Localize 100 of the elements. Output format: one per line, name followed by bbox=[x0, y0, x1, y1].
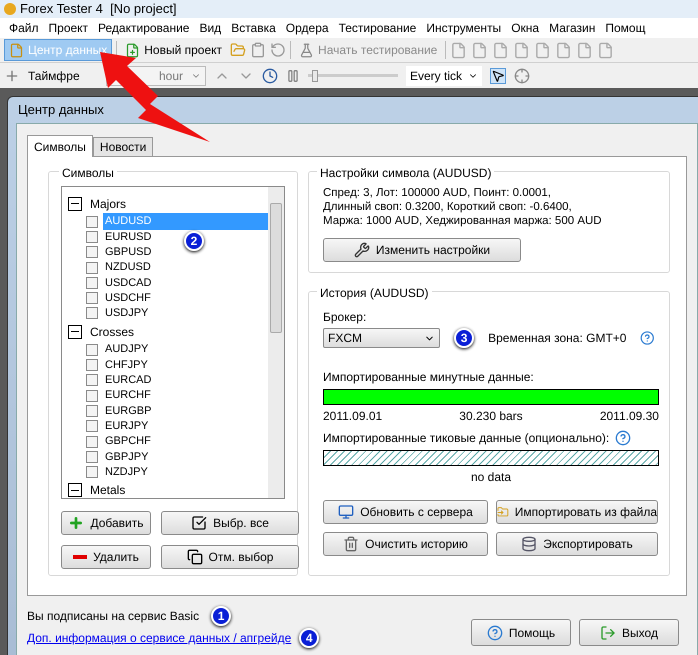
menu-item[interactable]: Тестирование bbox=[334, 19, 422, 37]
collapse-toggle[interactable] bbox=[68, 483, 82, 498]
checkbox[interactable] bbox=[86, 246, 98, 258]
clipboard-icon[interactable] bbox=[250, 42, 266, 58]
slider-thumb[interactable] bbox=[312, 70, 318, 82]
collapse-toggle[interactable] bbox=[68, 196, 82, 210]
start-date: 2011.09.01 bbox=[323, 408, 382, 425]
menu-item[interactable]: Окна bbox=[506, 19, 544, 37]
tab[interactable]: Символы bbox=[27, 135, 93, 157]
window-title: Forex Tester 4 [No project] bbox=[20, 0, 177, 18]
clock-icon[interactable] bbox=[262, 68, 278, 84]
menu-item[interactable]: Магазин bbox=[544, 19, 600, 37]
menu-item[interactable]: Вид bbox=[194, 19, 226, 37]
checkbox[interactable] bbox=[86, 276, 98, 289]
folder-icon[interactable] bbox=[230, 42, 246, 58]
dialog-button[interactable]: Помощь bbox=[471, 619, 571, 646]
help-icon[interactable] bbox=[640, 330, 655, 346]
dialog-button[interactable]: Экспортировать bbox=[496, 532, 658, 556]
symbol-item[interactable]: AUDJPY bbox=[103, 341, 150, 358]
number-badge: 1 bbox=[211, 606, 232, 626]
dialog-button[interactable]: Добавить bbox=[61, 511, 151, 535]
menu-item[interactable]: Ордера bbox=[280, 19, 334, 37]
group-label[interactable]: Crosses bbox=[90, 322, 134, 341]
checkbox[interactable] bbox=[86, 359, 98, 372]
dialog-button[interactable]: Обновить с сервера bbox=[323, 500, 488, 524]
symbol-item[interactable]: GBPJPY bbox=[103, 448, 150, 466]
symbol-item[interactable]: EURJPY bbox=[103, 418, 150, 434]
symbol-item[interactable]: EURCHF bbox=[103, 387, 153, 404]
help-icon[interactable] bbox=[615, 430, 632, 446]
crosshair-icon[interactable] bbox=[514, 68, 530, 84]
checkbox[interactable] bbox=[86, 307, 98, 320]
scrollbar[interactable] bbox=[268, 187, 284, 498]
broker-label: Брокер: bbox=[323, 309, 368, 326]
dialog-button[interactable]: Импортировать из файла bbox=[496, 500, 658, 524]
timeframe-label: Таймфре bbox=[28, 68, 81, 84]
symbol-item[interactable]: EURCAD bbox=[103, 372, 154, 389]
timezone-label: Временная зона: GMT+0 bbox=[488, 330, 626, 347]
menu-item[interactable]: Инструменты bbox=[421, 19, 506, 37]
document-icon bbox=[9, 42, 24, 58]
symbol-item[interactable]: GBPCHF bbox=[103, 433, 153, 450]
checkbox[interactable] bbox=[86, 404, 98, 417]
menu-item[interactable]: Проект bbox=[44, 19, 94, 37]
pause-icon[interactable] bbox=[286, 68, 300, 82]
symbol-item[interactable]: USDJPY bbox=[103, 305, 150, 322]
number-badge: 4 bbox=[299, 628, 320, 648]
collapse-toggle[interactable] bbox=[68, 324, 82, 339]
plus-icon bbox=[68, 515, 84, 531]
checkbox[interactable] bbox=[86, 374, 98, 386]
settings-line: Маржа: 1000 AUD, Хеджированная маржа: 500 AUD bbox=[323, 214, 603, 228]
menu-item[interactable]: Помощ bbox=[600, 19, 650, 37]
dialog-button[interactable]: Выбр. все bbox=[161, 511, 299, 535]
checkbox[interactable] bbox=[86, 344, 98, 356]
tick-mode-combo[interactable]: Every tick bbox=[406, 66, 482, 86]
page-icon[interactable] bbox=[492, 42, 510, 58]
page-icon[interactable] bbox=[471, 42, 488, 58]
checkbox[interactable] bbox=[86, 230, 98, 243]
number-badge: 3 bbox=[454, 328, 474, 348]
symbol-item[interactable]: NZDJPY bbox=[103, 464, 150, 480]
page-icon[interactable] bbox=[534, 42, 552, 58]
dialog-button[interactable]: Удалить bbox=[61, 545, 151, 569]
checkbox[interactable] bbox=[86, 450, 98, 463]
dialog-button[interactable]: Отм. выбор bbox=[161, 545, 299, 569]
symbol-item[interactable]: EURUSD bbox=[103, 228, 154, 246]
menu-item[interactable]: Вставка bbox=[226, 19, 281, 37]
group-label[interactable]: Metals bbox=[90, 481, 126, 498]
page-icon[interactable] bbox=[450, 42, 468, 58]
checkbox[interactable] bbox=[86, 216, 98, 228]
menu-item[interactable]: Файл bbox=[4, 19, 44, 37]
page-icon[interactable] bbox=[555, 42, 572, 58]
pointer-icon[interactable] bbox=[490, 68, 506, 84]
settings-line: Спред: 3, Лот: 100000 AUD, Поинт: 0.0001, bbox=[323, 186, 552, 200]
symbol-item[interactable]: EURGBP bbox=[103, 402, 154, 420]
info-link[interactable]: Доп. информация о сервисе данных / апгрейде bbox=[27, 629, 292, 647]
symbol-item[interactable]: NZDUSD bbox=[103, 259, 153, 276]
checkbox[interactable] bbox=[86, 466, 98, 478]
checkbox[interactable] bbox=[86, 436, 98, 448]
tick-data-label: Импортированные тиковые данные (опционально): bbox=[323, 430, 610, 447]
page-icon[interactable] bbox=[597, 42, 614, 58]
dialog-button[interactable]: Выход bbox=[579, 619, 679, 646]
symbol-item[interactable]: USDCHF bbox=[103, 290, 153, 306]
group-label[interactable]: Majors bbox=[90, 194, 126, 212]
bar-count: 30.230 bars bbox=[459, 408, 523, 425]
page-icon[interactable] bbox=[513, 42, 530, 58]
broker-select[interactable]: FXCM bbox=[323, 328, 440, 348]
add-chart-icon[interactable] bbox=[4, 68, 20, 84]
undo-icon[interactable] bbox=[270, 42, 286, 58]
symbol-item[interactable]: USDCAD bbox=[103, 274, 154, 292]
checkbox[interactable] bbox=[86, 262, 98, 274]
dialog-button[interactable]: Очистить историю bbox=[323, 532, 488, 556]
symbol-item[interactable]: GBPUSD bbox=[103, 244, 154, 260]
checkbox[interactable] bbox=[86, 292, 98, 304]
menu-item[interactable]: Редактирование bbox=[93, 19, 194, 37]
change-settings-button[interactable]: Изменить настройки bbox=[323, 238, 521, 262]
tab[interactable]: Новости bbox=[92, 137, 154, 156]
speed-slider[interactable] bbox=[308, 68, 398, 82]
checkbox[interactable] bbox=[86, 420, 98, 432]
symbol-item[interactable]: CHFJPY bbox=[103, 356, 150, 374]
toolbar-button[interactable]: Новый проект bbox=[121, 39, 226, 61]
checkbox[interactable] bbox=[86, 390, 98, 402]
page-icon[interactable] bbox=[576, 42, 594, 58]
